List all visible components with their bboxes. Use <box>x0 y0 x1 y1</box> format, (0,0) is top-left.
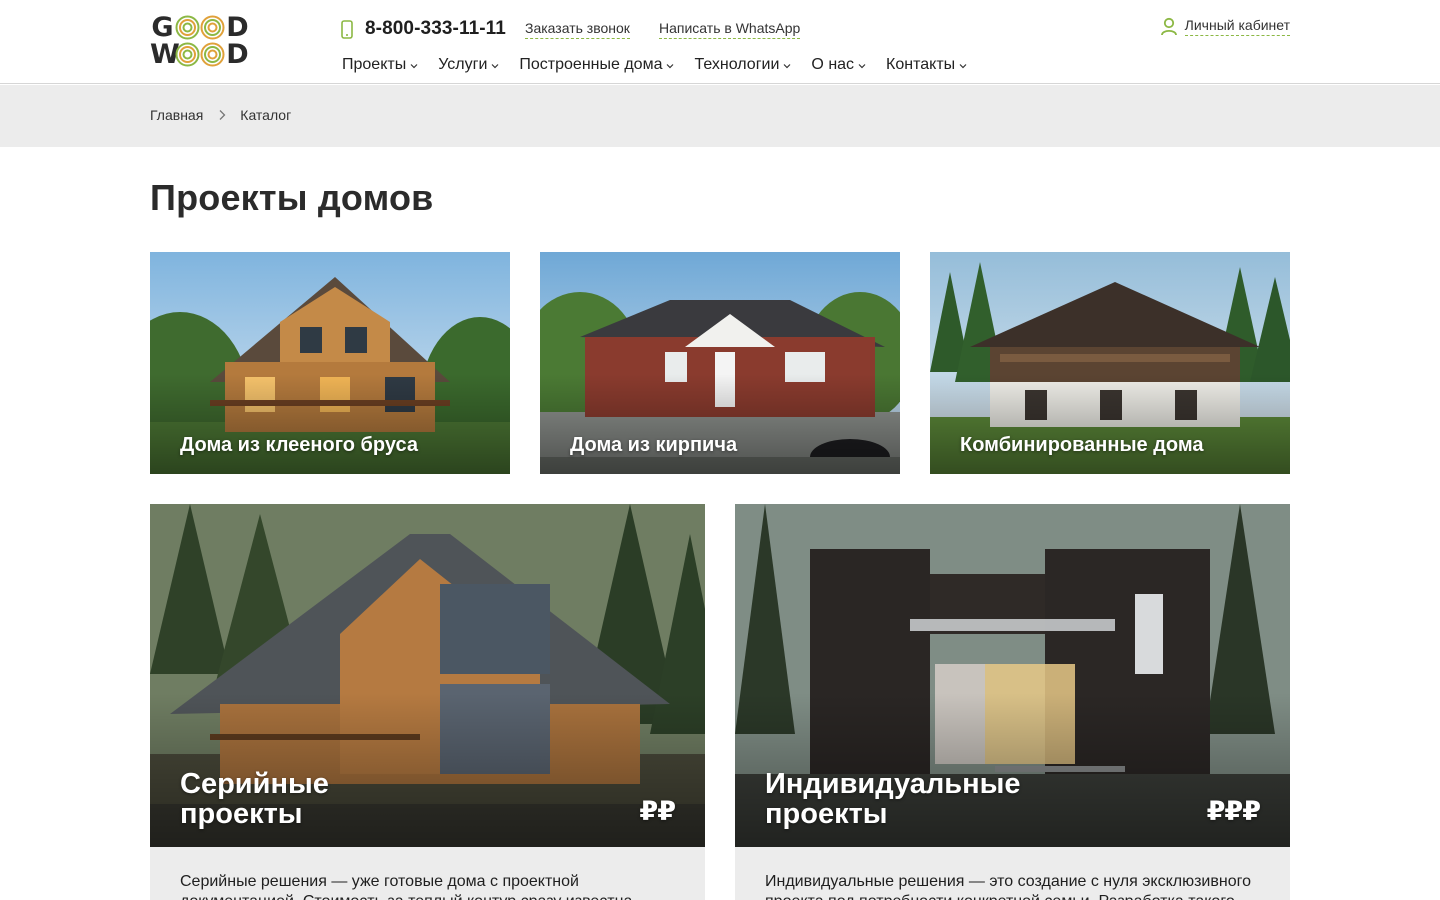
logo-letter: D <box>226 12 249 43</box>
site-header: G D W D 8-800-333-11-11 Заказать звонок … <box>0 0 1440 84</box>
phone-link[interactable]: 8-800-333-11-11 <box>341 18 506 40</box>
image-shade <box>150 374 510 474</box>
logo-ring-icon <box>200 15 225 40</box>
offer-card-individual[interactable]: Индивидуальные проекты ₽₽₽ <box>735 504 1290 847</box>
nav-item-about[interactable]: О нас <box>811 54 866 76</box>
nav-item-projects[interactable]: Проекты <box>342 54 418 76</box>
chevron-down-icon <box>783 64 791 69</box>
nav-item-services[interactable]: Услуги <box>438 54 499 76</box>
logo-ring-icon <box>200 42 225 67</box>
category-card-brick[interactable]: Дома из кирпича <box>540 252 900 474</box>
offer-title: Индивидуальные проекты <box>765 769 1125 829</box>
breadcrumb-current: Каталог <box>240 107 292 123</box>
page-title: Проекты домов <box>150 177 434 218</box>
offer-title-line: Серийные <box>180 768 329 800</box>
offer-title-line: Индивидуальные <box>765 768 1021 800</box>
nav-item-technologies[interactable]: Технологии <box>694 54 791 76</box>
offer-title: Серийные проекты <box>180 769 540 829</box>
offer-title-line: проекты <box>180 798 303 830</box>
offer-title-line: проекты <box>765 798 888 830</box>
user-icon <box>1160 17 1177 35</box>
chevron-down-icon <box>491 64 499 69</box>
nav-item-label: Построенные дома <box>519 56 663 73</box>
chevron-down-icon <box>959 64 967 69</box>
category-title: Комбинированные дома <box>960 434 1204 456</box>
price-level: ₽₽ <box>639 796 676 826</box>
account-link[interactable]: Личный кабинет <box>1160 16 1290 36</box>
offer-card-serial[interactable]: Серийные проекты ₽₽ <box>150 504 705 847</box>
main-nav: Проекты Услуги Построенные дома Технолог… <box>342 54 987 76</box>
chevron-down-icon <box>410 64 418 69</box>
breadcrumb: Главная Каталог <box>0 85 1440 147</box>
nav-item-built-houses[interactable]: Построенные дома <box>519 54 674 76</box>
chevron-down-icon <box>667 64 674 69</box>
account-label: Личный кабинет <box>1184 16 1290 36</box>
nav-item-label: Услуги <box>438 56 488 73</box>
breadcrumb-home[interactable]: Главная <box>150 107 203 123</box>
image-shade <box>540 374 900 474</box>
offer-description: Серийные решения — уже готовые дома с пр… <box>150 847 705 900</box>
nav-item-label: Проекты <box>342 56 407 73</box>
whatsapp-link[interactable]: Написать в WhatsApp <box>659 19 801 39</box>
logo-ring-icon <box>175 42 200 67</box>
phone-number: 8-800-333-11-11 <box>365 18 506 39</box>
logo-letter: D <box>226 39 249 70</box>
nav-item-label: Технологии <box>694 56 780 73</box>
category-card-timber[interactable]: Дома из клееного бруса <box>150 252 510 474</box>
chevron-right-icon <box>219 110 226 120</box>
nav-item-label: Контакты <box>886 56 956 73</box>
mobile-phone-icon <box>341 19 353 39</box>
category-title: Дома из кирпича <box>570 434 738 456</box>
nav-item-label: О нас <box>811 56 855 73</box>
chevron-down-icon <box>858 64 866 69</box>
price-level: ₽₽₽ <box>1206 796 1261 826</box>
logo-letter: G <box>151 12 174 43</box>
logo-letter: W <box>150 39 180 70</box>
goodwood-logo[interactable]: G D W D <box>150 14 250 68</box>
logo-ring-icon <box>175 15 200 40</box>
callback-link[interactable]: Заказать звонок <box>525 19 630 39</box>
category-card-combined[interactable]: Комбинированные дома <box>930 252 1290 474</box>
category-title: Дома из клееного бруса <box>180 434 418 456</box>
image-shade <box>930 374 1290 474</box>
nav-item-contacts[interactable]: Контакты <box>886 54 967 76</box>
offer-description: Индивидуальные решения — это создание с … <box>735 847 1290 900</box>
